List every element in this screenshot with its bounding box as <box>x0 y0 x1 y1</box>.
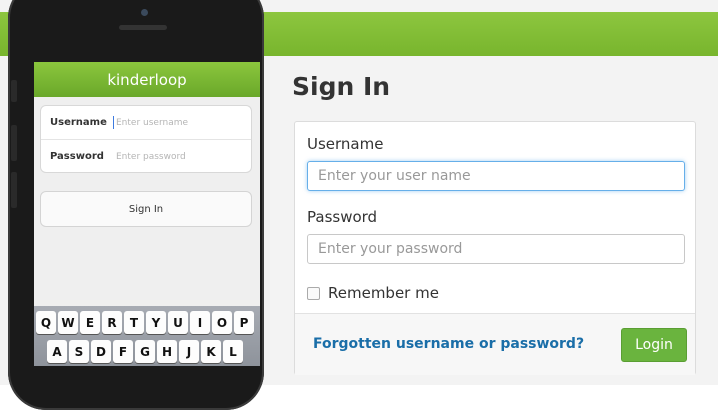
mobile-password-placeholder: Enter password <box>116 151 186 162</box>
mobile-password-row[interactable]: Password Enter password <box>41 139 251 173</box>
key-d[interactable]: D <box>91 340 111 363</box>
key-w[interactable]: W <box>58 311 78 334</box>
mute-switch <box>11 80 17 102</box>
volume-up-button <box>11 125 17 161</box>
page-title: Sign In <box>292 72 391 101</box>
key-y[interactable]: Y <box>146 311 166 334</box>
remember-me-row[interactable]: Remember me <box>307 284 439 302</box>
key-s[interactable]: S <box>69 340 89 363</box>
phone-screen: kinderloop Username Enter username Passw… <box>34 62 260 366</box>
text-cursor <box>113 115 114 129</box>
app-logo-text: kinderloop <box>107 70 187 89</box>
mobile-username-input[interactable]: Enter username <box>113 115 189 129</box>
key-r[interactable]: R <box>102 311 122 334</box>
app-header: kinderloop <box>34 62 260 97</box>
front-camera <box>141 9 148 16</box>
password-input[interactable] <box>307 234 685 264</box>
keyboard-row-1: QWERTYUIOP <box>36 311 256 334</box>
key-j[interactable]: J <box>179 340 199 363</box>
mobile-username-row[interactable]: Username Enter username <box>41 106 251 139</box>
remember-me-label: Remember me <box>328 284 439 302</box>
signin-card: Username Password Remember me Forgotten … <box>294 121 696 375</box>
login-button[interactable]: Login <box>621 328 687 362</box>
key-a[interactable]: A <box>47 340 67 363</box>
mobile-signin-button[interactable]: Sign In <box>40 191 252 227</box>
mobile-password-label: Password <box>50 151 104 162</box>
key-f[interactable]: F <box>113 340 133 363</box>
earpiece-speaker <box>119 25 167 30</box>
key-e[interactable]: E <box>80 311 100 334</box>
key-l[interactable]: L <box>223 340 243 363</box>
card-footer: Forgotten username or password? Login <box>295 313 695 375</box>
key-h[interactable]: H <box>157 340 177 363</box>
key-t[interactable]: T <box>124 311 144 334</box>
key-i[interactable]: I <box>190 311 210 334</box>
key-g[interactable]: G <box>135 340 155 363</box>
forgot-credentials-link[interactable]: Forgotten username or password? <box>313 336 584 352</box>
username-input[interactable] <box>307 161 685 191</box>
volume-down-button <box>11 172 17 208</box>
password-label: Password <box>307 208 378 226</box>
mobile-login-form: Username Enter username Password Enter p… <box>40 105 252 173</box>
mobile-username-placeholder: Enter username <box>116 117 189 128</box>
onscreen-keyboard: QWERTYUIOP ASDFGHJKL <box>34 306 260 366</box>
key-p[interactable]: P <box>234 311 254 334</box>
key-u[interactable]: U <box>168 311 188 334</box>
key-o[interactable]: O <box>212 311 232 334</box>
mobile-username-label: Username <box>50 117 107 128</box>
phone-mockup: kinderloop Username Enter username Passw… <box>8 0 264 410</box>
mobile-password-input[interactable]: Enter password <box>113 152 186 162</box>
key-q[interactable]: Q <box>36 311 56 334</box>
remember-me-checkbox[interactable] <box>307 286 320 300</box>
username-label: Username <box>307 135 384 153</box>
key-k[interactable]: K <box>201 340 221 363</box>
keyboard-row-2: ASDFGHJKL <box>47 340 245 363</box>
